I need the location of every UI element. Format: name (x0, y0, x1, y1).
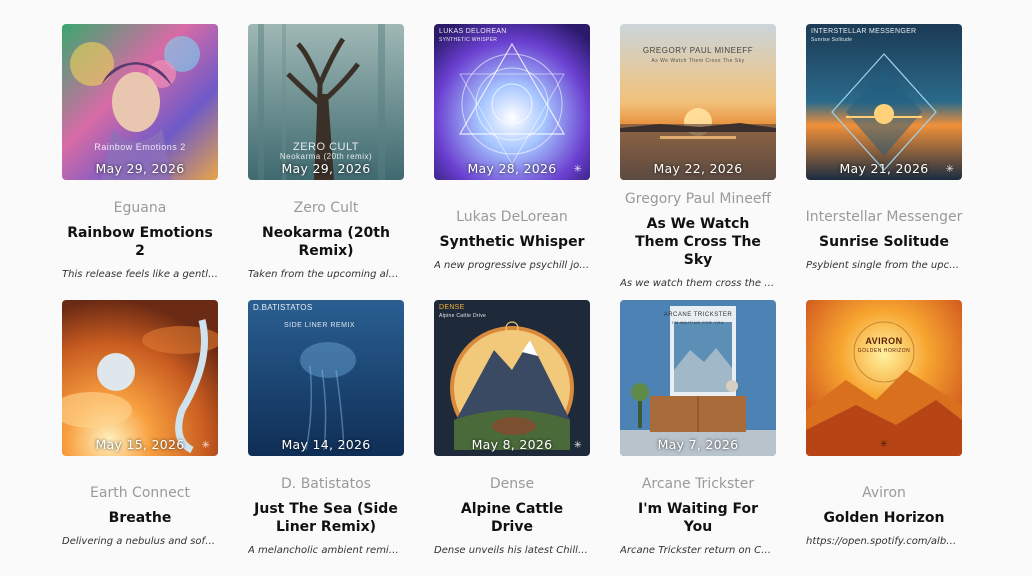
release-card[interactable]: AVIRON GOLDEN HORIZON ✳ Aviron Golden Ho… (806, 300, 962, 576)
cover-title: Alpine Cattle Drive (439, 313, 487, 319)
release-description: Taken from the upcoming album... (248, 269, 404, 280)
cover-art[interactable]: D.BATISTATOS SIDE LINER REMIX May 14, 20… (248, 300, 404, 456)
cover-title: Rainbow Emotions 2 (94, 142, 186, 152)
sparkle-icon: ✳ (573, 164, 582, 175)
sparkle-icon: ✳ (201, 440, 210, 451)
release-description: This release feels like a gentle sonic j… (62, 269, 218, 280)
cover-artist-text: GREGORY PAUL MINEEFF (642, 46, 754, 55)
sparkle-icon: ✳ (945, 164, 954, 175)
sparkle-icon: ✳ (879, 439, 888, 450)
release-date: May 22, 2026 (653, 161, 743, 176)
cover-artist-text: LUKAS DELOREAN (439, 28, 507, 35)
cover-title: As We Watch Them Cross The Sky (651, 58, 745, 64)
cover-art[interactable]: Rainbow Emotions 2 May 29, 2026 (62, 24, 218, 180)
artist-name[interactable]: Earth Connect (90, 485, 190, 501)
release-description: Arcane Trickster return on Chill... (620, 545, 776, 556)
release-description: A new progressive psychill journey... (434, 260, 590, 271)
cover-image (806, 24, 962, 180)
sparkle-icon: ✳ (573, 440, 582, 451)
artist-name[interactable]: Dense (490, 476, 534, 492)
artist-name[interactable]: Arcane Trickster (642, 476, 754, 492)
cover-artist-text: D.BATISTATOS (253, 303, 313, 312)
release-title[interactable]: Golden Horizon (819, 509, 948, 527)
artist-name[interactable]: Eguana (114, 200, 167, 216)
release-date: May 14, 2026 (281, 437, 371, 452)
cover-art[interactable]: GREGORY PAUL MINEEFF As We Watch Them Cr… (620, 24, 776, 180)
release-card[interactable]: GREGORY PAUL MINEEFF As We Watch Them Cr… (620, 24, 776, 300)
release-date: May 29, 2026 (95, 161, 185, 176)
cover-art[interactable]: ARCANE TRICKSTER I'M WAITING FOR YOU May… (620, 300, 776, 456)
release-title[interactable]: Just The Sea (Side Liner Remix) (248, 500, 404, 536)
release-card[interactable]: ARCANE TRICKSTER I'M WAITING FOR YOU May… (620, 300, 776, 576)
release-description: Psybient single from the upcoming album.… (806, 260, 962, 271)
cover-image (62, 24, 218, 180)
cover-title: GOLDEN HORIZON (857, 348, 911, 354)
cover-artist-text: INTERSTELLAR MESSENGER (811, 28, 917, 35)
cover-artist-text: ARCANE TRICKSTER (663, 312, 733, 318)
cover-title: SIDE LINER REMIX (284, 322, 356, 329)
release-date: May 15, 2026 (95, 437, 185, 452)
release-grid: Rainbow Emotions 2 May 29, 2026 Eguana R… (62, 24, 962, 576)
release-card[interactable]: D.BATISTATOS SIDE LINER REMIX May 14, 20… (248, 300, 404, 576)
artist-name[interactable]: D. Batistatos (281, 476, 371, 492)
release-date: May 28, 2026 (467, 161, 557, 176)
cover-art[interactable]: ZERO CULT Neokarma (20th remix) May 29, … (248, 24, 404, 180)
release-title[interactable]: As We Watch Them Cross The Sky (620, 215, 776, 269)
cover-title: I'M WAITING FOR YOU (671, 320, 725, 325)
cover-art[interactable]: AVIRON GOLDEN HORIZON ✳ (806, 300, 962, 456)
cover-art[interactable]: DENSE Alpine Cattle Drive May 8, 2026 ✳ (434, 300, 590, 456)
release-description: Delivering a nebulus and soft ambient... (62, 536, 218, 547)
artist-name[interactable]: Zero Cult (294, 200, 359, 216)
cover-art[interactable]: LUKAS DELOREAN SYNTHETIC WHISPER May 28,… (434, 24, 590, 180)
cover-art[interactable]: May 15, 2026 ✳ (62, 300, 218, 456)
release-title[interactable]: Breathe (105, 509, 176, 527)
cover-title: SYNTHETIC WHISPER (439, 37, 498, 43)
release-description: https://open.spotify.com/album... (806, 536, 962, 547)
release-card[interactable]: May 15, 2026 ✳ Earth Connect Breathe Del… (62, 300, 218, 576)
release-title[interactable]: Neokarma (20th Remix) (248, 224, 404, 260)
release-card[interactable]: ZERO CULT Neokarma (20th remix) May 29, … (248, 24, 404, 300)
cover-title: Sunrise Solitude (811, 37, 853, 43)
artist-name[interactable]: Aviron (862, 485, 906, 501)
release-description: A melancholic ambient remix... (248, 545, 404, 556)
cover-image (434, 24, 590, 180)
release-card[interactable]: INTERSTELLAR MESSENGER Sunrise Solitude … (806, 24, 962, 300)
cover-artist-text: DENSE (439, 304, 465, 311)
release-date: May 8, 2026 (471, 437, 553, 452)
release-title[interactable]: Synthetic Whisper (436, 233, 589, 251)
release-description: Dense unveils his latest Chillout... (434, 545, 590, 556)
cover-image (806, 300, 962, 456)
cover-image (434, 300, 590, 456)
release-date: May 29, 2026 (281, 161, 371, 176)
release-card[interactable]: Rainbow Emotions 2 May 29, 2026 Eguana R… (62, 24, 218, 300)
release-card[interactable]: DENSE Alpine Cattle Drive May 8, 2026 ✳ … (434, 300, 590, 576)
artist-name[interactable]: Interstellar Messenger (806, 209, 963, 225)
cover-title: Neokarma (20th remix) (279, 152, 373, 161)
cover-image (62, 300, 218, 456)
artist-name[interactable]: Gregory Paul Mineeff (625, 191, 771, 207)
release-title[interactable]: Alpine Cattle Drive (434, 500, 590, 536)
release-title[interactable]: Sunrise Solitude (815, 233, 953, 251)
artist-name[interactable]: Lukas DeLorean (456, 209, 568, 225)
release-title[interactable]: Rainbow Emotions 2 (62, 224, 218, 260)
release-title[interactable]: I'm Waiting For You (620, 500, 776, 536)
release-date: May 21, 2026 (839, 161, 929, 176)
cover-artist-text: AVIRON (865, 336, 903, 346)
release-description: As we watch them cross the sky... (620, 278, 776, 289)
release-card[interactable]: LUKAS DELOREAN SYNTHETIC WHISPER May 28,… (434, 24, 590, 300)
cover-art[interactable]: INTERSTELLAR MESSENGER Sunrise Solitude … (806, 24, 962, 180)
release-date: May 7, 2026 (657, 437, 739, 452)
